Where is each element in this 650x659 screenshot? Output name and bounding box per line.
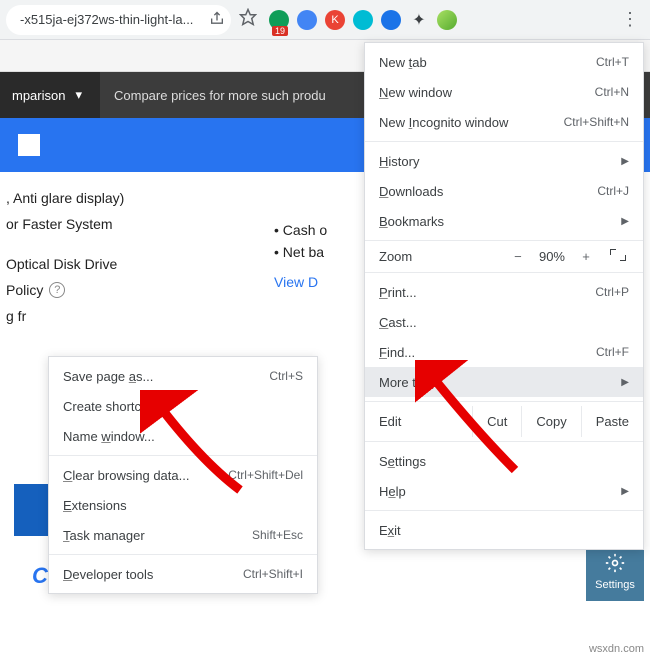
- menu-bookmarks[interactable]: Bookmarks▶: [365, 206, 643, 236]
- extension-icon[interactable]: 19: [269, 10, 289, 30]
- chevron-down-icon: ▾: [75, 87, 82, 103]
- fullscreen-button[interactable]: [607, 249, 629, 264]
- menu-downloads[interactable]: DownloadsCtrl+J: [365, 176, 643, 206]
- submenu-developer-tools[interactable]: Developer toolsCtrl+Shift+I: [49, 559, 317, 589]
- menu-exit[interactable]: Exit: [365, 515, 643, 545]
- menu-incognito[interactable]: New Incognito windowCtrl+Shift+N: [365, 107, 643, 137]
- bookmark-star-icon[interactable]: [239, 8, 257, 31]
- menu-edit-row: Edit Cut Copy Paste: [365, 406, 643, 437]
- gear-icon: [605, 553, 625, 576]
- menu-find[interactable]: Find...Ctrl+F: [365, 337, 643, 367]
- zoom-out-button[interactable]: −: [507, 249, 529, 264]
- comparison-button[interactable]: mparison ▾: [0, 72, 100, 118]
- url-text: -x515ja-ej372ws-thin-light-la...: [20, 12, 193, 27]
- comparison-text: Compare prices for more such produ: [100, 88, 340, 103]
- share-icon[interactable]: [209, 10, 225, 29]
- submenu-clear-data[interactable]: Clear browsing data...Ctrl+Shift+Del: [49, 460, 317, 490]
- menu-cast[interactable]: Cast...: [365, 307, 643, 337]
- chrome-menu-button[interactable]: ⋮: [616, 6, 644, 34]
- submenu-name-window[interactable]: Name window...: [49, 421, 317, 451]
- site-logo[interactable]: [18, 134, 40, 156]
- comparison-label: mparison: [12, 88, 65, 103]
- extension-icon[interactable]: [381, 10, 401, 30]
- bullet-item: • Net ba: [274, 244, 327, 260]
- bullet-list: • Cash o • Net ba View D: [274, 216, 327, 296]
- submenu-save-page[interactable]: Save page as...Ctrl+S: [49, 361, 317, 391]
- submenu-extensions[interactable]: Extensions: [49, 490, 317, 520]
- menu-zoom: Zoom − 90% +: [365, 245, 643, 268]
- browser-toolbar: -x515ja-ej372ws-thin-light-la... 19 K ✦ …: [0, 0, 650, 40]
- help-icon[interactable]: ?: [49, 282, 65, 298]
- menu-history[interactable]: History▶: [365, 146, 643, 176]
- menu-more-tools[interactable]: More tools▶: [365, 367, 643, 397]
- menu-help[interactable]: Help▶: [365, 476, 643, 506]
- address-bar[interactable]: -x515ja-ej372ws-thin-light-la...: [6, 5, 231, 35]
- menu-paste[interactable]: Paste: [581, 406, 643, 437]
- menu-copy[interactable]: Copy: [521, 406, 580, 437]
- submenu-create-shortcut[interactable]: Create shortcut...: [49, 391, 317, 421]
- puzzle-icon[interactable]: ✦: [409, 10, 429, 30]
- settings-floating-button[interactable]: Settings: [586, 543, 644, 601]
- bullet-item: • Cash o: [274, 222, 327, 238]
- view-link[interactable]: View D: [274, 274, 327, 290]
- menu-new-tab[interactable]: New tabCtrl+T: [365, 47, 643, 77]
- menu-cut[interactable]: Cut: [472, 406, 521, 437]
- extension-icon[interactable]: [297, 10, 317, 30]
- profile-avatar[interactable]: [437, 10, 457, 30]
- extension-icon[interactable]: K: [325, 10, 345, 30]
- fullscreen-icon: [610, 249, 626, 261]
- badge: 19: [272, 26, 288, 36]
- watermark: wsxdn.com: [589, 643, 644, 655]
- submenu-task-manager[interactable]: Task managerShift+Esc: [49, 520, 317, 550]
- extension-icon[interactable]: [353, 10, 373, 30]
- menu-settings[interactable]: Settings: [365, 446, 643, 476]
- chrome-main-menu: New tabCtrl+T New windowCtrl+N New Incog…: [364, 42, 644, 550]
- menu-print[interactable]: Print...Ctrl+P: [365, 277, 643, 307]
- extension-icons: 19 K ✦: [269, 10, 457, 30]
- zoom-in-button[interactable]: +: [575, 249, 597, 264]
- settings-label: Settings: [595, 579, 635, 591]
- more-tools-submenu: Save page as...Ctrl+S Create shortcut...…: [48, 356, 318, 594]
- zoom-value: 90%: [539, 249, 565, 264]
- menu-new-window[interactable]: New windowCtrl+N: [365, 77, 643, 107]
